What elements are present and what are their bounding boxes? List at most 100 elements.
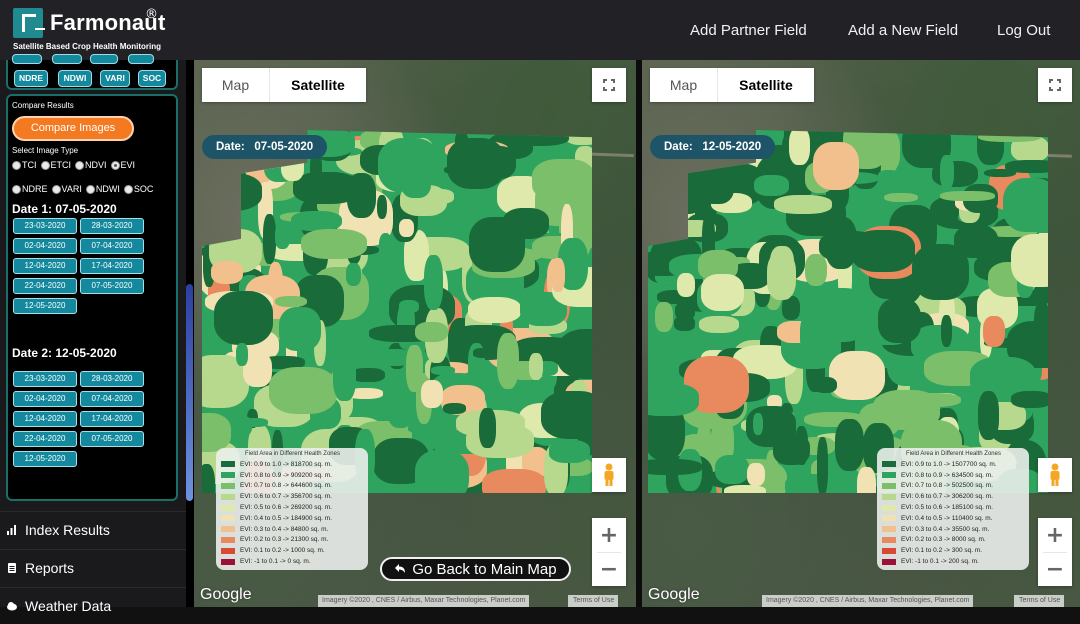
legend-label: EVI: 0.6 to 0.7 -> 356700 sq. m.	[240, 493, 332, 501]
date1-button[interactable]: 07-04-2020	[80, 238, 144, 254]
radio-tci[interactable]: TCI	[12, 160, 37, 170]
farmonaut-logo-icon[interactable]	[13, 8, 45, 38]
evi-patch	[723, 485, 766, 493]
legend-row: EVI: 0.8 to 0.9 -> 909200 sq. m.	[221, 470, 364, 481]
health-zone-legend: Field Area in Different Health Zones EVI…	[877, 448, 1029, 570]
radio-evi[interactable]: EVI	[110, 160, 135, 170]
registered-mark: ®	[145, 7, 158, 22]
evi-patch	[805, 253, 828, 287]
index-button-hidden[interactable]	[128, 54, 154, 64]
zoom-control: + −	[1038, 518, 1072, 586]
radio-button[interactable]	[51, 184, 61, 194]
legend-row: EVI: 0.4 to 0.5 -> 110400 sq. m.	[882, 513, 1025, 524]
terms-of-use-link[interactable]: Terms of Use	[1014, 595, 1065, 607]
log-out-link[interactable]: Log Out	[997, 22, 1050, 39]
map-panel-date2[interactable]: Map Satellite Date: 12-05-2020 Field Are…	[642, 60, 1080, 607]
evi-patch	[477, 145, 517, 180]
map-type-satellite-button[interactable]: Satellite	[270, 68, 366, 102]
evi-patch	[983, 315, 1006, 348]
date2-button[interactable]: 23-03-2020	[13, 371, 77, 387]
radio-ndre[interactable]: NDRE	[12, 184, 48, 194]
date1-button[interactable]: 12-04-2020	[13, 258, 77, 274]
date2-button[interactable]: 07-05-2020	[80, 431, 144, 447]
evi-patch	[752, 413, 763, 435]
index-selector-panel: NDRE NDWI VARI SOC	[6, 54, 178, 90]
map-type-map-button[interactable]: Map	[650, 68, 718, 102]
date1-button[interactable]: 22-04-2020	[13, 278, 77, 294]
date-badge: Date: 12-05-2020	[650, 135, 776, 159]
date2-button[interactable]: 02-04-2020	[13, 391, 77, 407]
legend-label: EVI: 0.2 to 0.3 -> 21300 sq. m.	[240, 536, 329, 544]
index-button-ndre[interactable]: NDRE	[14, 70, 48, 87]
date2-button[interactable]: 28-03-2020	[80, 371, 144, 387]
date1-button[interactable]: 28-03-2020	[80, 218, 144, 234]
map-type-satellite-button[interactable]: Satellite	[718, 68, 814, 102]
evi-patch	[399, 300, 420, 314]
zoom-out-button[interactable]: −	[1038, 552, 1072, 586]
zoom-in-button[interactable]: +	[592, 518, 626, 552]
go-back-to-main-map-button[interactable]: Go Back to Main Map	[380, 557, 571, 581]
terms-of-use-link[interactable]: Terms of Use	[568, 595, 619, 607]
legend-label: EVI: -1 to 0.1 -> 0 sq. m.	[240, 558, 311, 566]
index-button-hidden[interactable]	[52, 54, 82, 64]
legend-swatch	[882, 472, 896, 479]
compare-images-button[interactable]: Compare Images	[12, 116, 134, 141]
legend-label: EVI: 0.7 to 0.8 -> 644600 sq. m.	[240, 482, 332, 490]
radio-button[interactable]	[75, 160, 85, 170]
legend-label: EVI: 0.9 to 1.0 -> 818700 sq. m.	[240, 460, 332, 468]
menu-index-results[interactable]: Index Results	[0, 511, 186, 548]
street-view-pegman-button[interactable]	[592, 458, 626, 492]
date2-button[interactable]: 07-04-2020	[80, 391, 144, 407]
date2-button-grid: 23-03-2020 28-03-2020 02-04-2020 07-04-2…	[13, 371, 144, 467]
fullscreen-button[interactable]	[592, 68, 626, 102]
date2-button[interactable]: 22-04-2020	[13, 431, 77, 447]
date1-button[interactable]: 02-04-2020	[13, 238, 77, 254]
index-button-vari[interactable]: VARI	[100, 70, 130, 87]
evi-patch	[376, 194, 387, 219]
sidebar-scrollbar-thumb[interactable]	[186, 284, 193, 501]
add-partner-field-link[interactable]: Add Partner Field	[690, 22, 807, 39]
menu-weather-data[interactable]: Weather Data	[0, 587, 186, 624]
radio-button[interactable]	[12, 160, 21, 170]
menu-reports[interactable]: Reports	[0, 549, 186, 586]
top-navbar: Farmonaut ® Satellite Based Crop Health …	[0, 0, 1080, 60]
date2-button[interactable]: 12-04-2020	[13, 411, 77, 427]
evi-patch	[676, 273, 696, 297]
add-new-field-link[interactable]: Add a New Field	[848, 22, 958, 39]
index-button-soc[interactable]: SOC	[138, 70, 166, 87]
date2-button[interactable]: 12-05-2020	[13, 451, 77, 467]
date1-button[interactable]: 17-04-2020	[80, 258, 144, 274]
evi-patch	[378, 233, 393, 261]
evi-patch	[940, 155, 954, 189]
legend-swatch	[882, 504, 896, 511]
map-panel-date1[interactable]: Map Satellite Date: 07-05-2020 Field Are…	[194, 60, 636, 607]
index-button-ndwi[interactable]: NDWI	[58, 70, 92, 87]
radio-vari[interactable]: VARI	[51, 184, 82, 194]
health-zone-legend: Field Area in Different Health Zones EVI…	[216, 448, 368, 570]
radio-etci[interactable]: ETCI	[40, 160, 71, 170]
fullscreen-button[interactable]	[1038, 68, 1072, 102]
date1-button[interactable]: 12-05-2020	[13, 298, 77, 314]
radio-button[interactable]	[85, 184, 95, 194]
zoom-out-button[interactable]: −	[592, 552, 626, 586]
date1-button[interactable]: 07-05-2020	[80, 278, 144, 294]
date2-button[interactable]: 17-04-2020	[80, 411, 144, 427]
radio-button[interactable]	[123, 184, 133, 194]
index-button-hidden[interactable]	[12, 54, 42, 64]
radio-button[interactable]	[12, 184, 21, 194]
evi-patch	[399, 218, 415, 238]
evi-patch	[648, 383, 700, 416]
index-button-hidden[interactable]	[90, 54, 118, 64]
radio-soc[interactable]: SOC	[123, 184, 153, 194]
street-view-pegman-button[interactable]	[1038, 458, 1072, 492]
evi-patch	[977, 391, 1000, 440]
evi-patch	[386, 387, 415, 428]
zoom-in-button[interactable]: +	[1038, 518, 1072, 552]
map-type-map-button[interactable]: Map	[202, 68, 270, 102]
radio-button[interactable]	[40, 160, 50, 170]
radio-ndwi[interactable]: NDWI	[85, 184, 120, 194]
radio-ndvi[interactable]: NDVI	[75, 160, 107, 170]
legend-label: EVI: 0.9 to 1.0 -> 1507700 sq. m.	[901, 460, 997, 468]
radio-button-checked[interactable]	[110, 160, 120, 170]
date1-button[interactable]: 23-03-2020	[13, 218, 77, 234]
